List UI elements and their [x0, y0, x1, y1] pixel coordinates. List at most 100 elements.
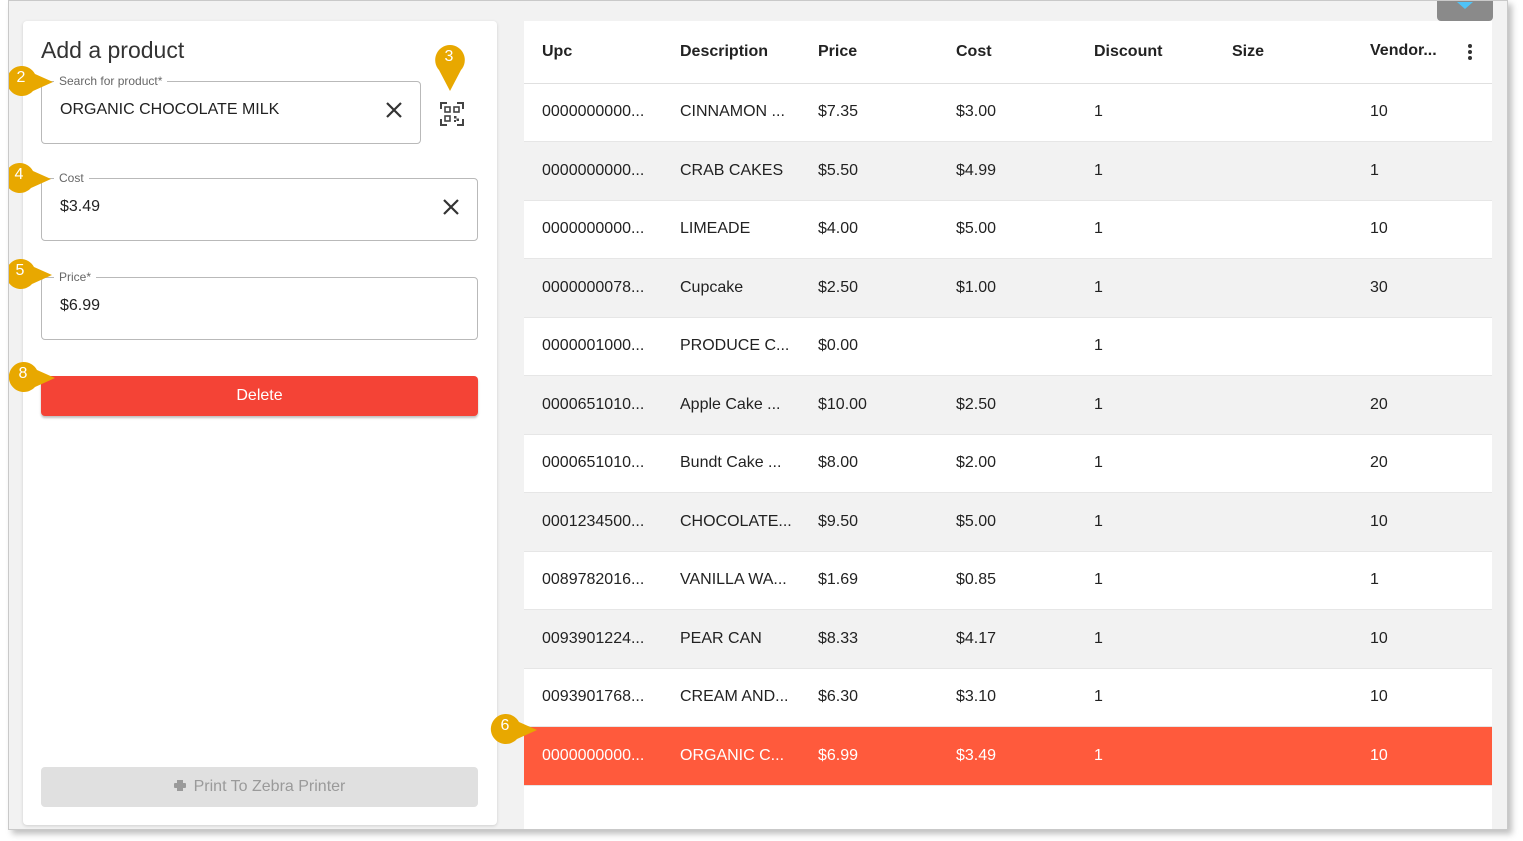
print-zebra-button[interactable]: Print To Zebra Printer	[41, 767, 478, 807]
cell-description: ORGANIC C...	[662, 726, 800, 786]
column-header-label: Cost	[956, 42, 992, 60]
cell-size	[1214, 141, 1352, 201]
cell-price: $9.50	[800, 492, 938, 552]
search-product-field[interactable]: Search for product* ORGANIC CHOCOLATE MI…	[41, 74, 421, 144]
cell-cost: $5.00	[938, 492, 1076, 552]
price-input[interactable]: $6.99	[60, 297, 100, 315]
qr-scan-icon[interactable]	[439, 101, 465, 127]
table-row-selected[interactable]: 0000000000... ORGANIC C... $6.99 $3.49 1 10	[524, 726, 1492, 786]
cell-discount: 1	[1076, 551, 1214, 610]
cell-description: LIMEADE	[662, 200, 800, 259]
column-header-discount[interactable]: Discount	[1076, 21, 1214, 84]
table-row[interactable]: 0000000000... LIMEADE $4.00 $5.00 1 10	[524, 200, 1492, 259]
callout-marker-8: 8	[9, 358, 55, 396]
cell-vendor: 20	[1352, 375, 1492, 435]
column-header-label: Vendor...	[1370, 41, 1437, 59]
cell-price: $6.99	[800, 726, 938, 786]
callout-marker-4: 4	[9, 159, 51, 197]
column-header-label: Size	[1232, 42, 1265, 60]
column-header-cost[interactable]: Cost	[938, 21, 1076, 84]
cell-upc: 0000651010...	[524, 434, 662, 493]
cell-cost: $2.50	[938, 375, 1076, 435]
cell-price: $5.50	[800, 141, 938, 201]
table-header-row: Upc Description Price Cost Discount Size Vendo…	[524, 21, 1492, 84]
cell-description: CINNAMON ...	[662, 83, 800, 142]
table-row[interactable]: 0000000000... CINNAMON ... $7.35 $3.00 1 10	[524, 83, 1492, 142]
delete-button[interactable]: Delete	[41, 376, 478, 416]
cell-cost: $2.00	[938, 434, 1076, 493]
cell-price: $8.33	[800, 609, 938, 669]
add-product-panel: Add a product Search for product* ORGANI…	[23, 21, 497, 825]
close-icon[interactable]	[441, 197, 461, 217]
table-row[interactable]: 0000001000... PRODUCE C... $0.00 1	[524, 317, 1492, 376]
cell-size	[1214, 492, 1352, 552]
column-header-upc[interactable]: Upc	[524, 21, 662, 84]
cell-size	[1214, 375, 1352, 435]
cell-price: $7.35	[800, 83, 938, 142]
cell-price: $0.00	[800, 317, 938, 376]
cell-cost: $1.00	[938, 258, 1076, 318]
cell-discount: 1	[1076, 200, 1214, 259]
cell-vendor	[1352, 317, 1492, 376]
cell-upc: 0000001000...	[524, 317, 662, 376]
cell-upc: 0089782016...	[524, 551, 662, 610]
cost-field[interactable]: Cost $3.49	[41, 171, 478, 241]
cell-upc: 0093901224...	[524, 609, 662, 669]
table-row[interactable]: 0093901768... CREAM AND... $6.30 $3.10 1 10	[524, 668, 1492, 727]
column-header-description[interactable]: Description	[662, 21, 800, 84]
table-body: 0000000000... CINNAMON ... $7.35 $3.00 1 10 00…	[524, 83, 1492, 786]
collapse-tab[interactable]	[1437, 1, 1493, 21]
column-header-label: Upc	[542, 42, 573, 60]
cell-cost: $0.85	[938, 551, 1076, 610]
search-product-input[interactable]: ORGANIC CHOCOLATE MILK	[60, 101, 279, 119]
table-row[interactable]: 0089782016... VANILLA WA... $1.69 $0.85 1 1	[524, 551, 1492, 610]
price-label: Price*	[54, 270, 97, 284]
cell-description: Bundt Cake ...	[662, 434, 800, 493]
cell-discount: 1	[1076, 726, 1214, 786]
cell-description: CRAB CAKES	[662, 141, 800, 201]
cell-description: Apple Cake ...	[662, 375, 800, 435]
callout-marker-6: 6	[487, 710, 537, 748]
cell-vendor: 10	[1352, 83, 1492, 142]
panel-title: Add a product	[41, 37, 185, 63]
cell-upc: 0000000000...	[524, 83, 662, 142]
cell-upc: 0000000000...	[524, 200, 662, 259]
column-header-vendor[interactable]: Vendor...	[1352, 21, 1492, 84]
cell-cost: $4.17	[938, 609, 1076, 669]
table-row[interactable]: 0000651010... Bundt Cake ... $8.00 $2.00 1 20	[524, 434, 1492, 493]
cell-cost: $5.00	[938, 200, 1076, 259]
cell-cost: $4.99	[938, 141, 1076, 201]
close-icon[interactable]	[384, 100, 404, 120]
cell-size	[1214, 726, 1352, 786]
cell-cost	[938, 317, 1076, 376]
cell-size	[1214, 317, 1352, 376]
column-header-size[interactable]: Size	[1214, 21, 1352, 84]
cell-vendor: 10	[1352, 726, 1492, 786]
callout-marker-3: 3	[431, 41, 469, 91]
column-header-label: Description	[680, 42, 769, 60]
cell-vendor: 30	[1352, 258, 1492, 318]
printer-icon	[173, 767, 186, 807]
cell-price: $8.00	[800, 434, 938, 493]
table-row[interactable]: 0001234500... CHOCOLATE... $9.50 $5.00 1 10	[524, 492, 1492, 552]
cell-size	[1214, 609, 1352, 669]
price-field[interactable]: Price* $6.99	[41, 270, 478, 340]
cell-discount: 1	[1076, 492, 1214, 552]
cell-discount: 1	[1076, 141, 1214, 201]
cost-label: Cost	[54, 171, 89, 185]
cell-vendor: 1	[1352, 141, 1492, 201]
table-row[interactable]: 0000000000... CRAB CAKES $5.50 $4.99 1 1	[524, 141, 1492, 201]
cell-vendor: 20	[1352, 434, 1492, 493]
cell-size	[1214, 83, 1352, 142]
cost-input[interactable]: $3.49	[60, 198, 100, 216]
cell-price: $4.00	[800, 200, 938, 259]
table-row[interactable]: 0000651010... Apple Cake ... $10.00 $2.50 1 2…	[524, 375, 1492, 435]
cell-upc: 0000000000...	[524, 726, 662, 786]
cell-discount: 1	[1076, 83, 1214, 142]
cell-upc: 0000000000...	[524, 141, 662, 201]
more-vert-icon[interactable]	[1468, 42, 1472, 62]
table-row[interactable]: 0093901224... PEAR CAN $8.33 $4.17 1 10	[524, 609, 1492, 669]
table-row[interactable]: 0000000078... Cupcake $2.50 $1.00 1 30	[524, 258, 1492, 318]
column-header-price[interactable]: Price	[800, 21, 938, 84]
cell-vendor: 1	[1352, 551, 1492, 610]
